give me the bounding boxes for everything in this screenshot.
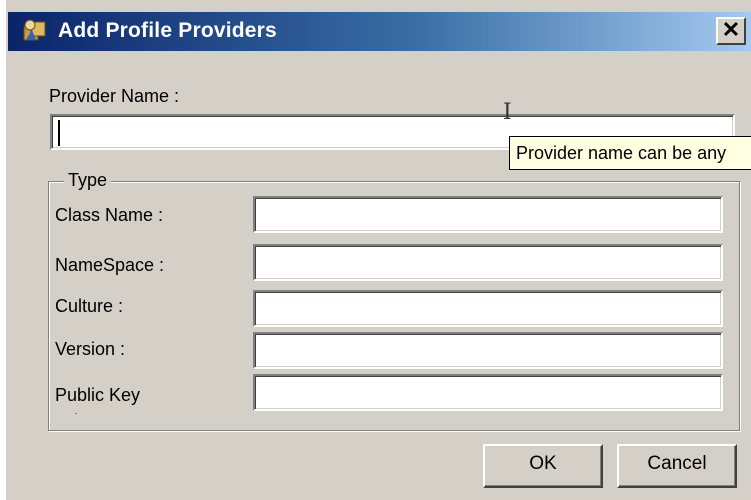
namespace-label: NameSpace : (55, 255, 165, 275)
add-profile-providers-dialog: Add Profile Providers ✕ Provider Name : … (4, 0, 751, 500)
version-input[interactable] (253, 332, 723, 369)
ibeam-cursor-icon: I (503, 100, 512, 125)
public-key-token-input[interactable] (253, 374, 723, 411)
title-bar[interactable]: Add Profile Providers ✕ (8, 12, 751, 51)
provider-name-tooltip: Provider name can be any (509, 136, 751, 170)
tooltip-text: Provider name can be any (516, 143, 727, 163)
class-name-input[interactable] (253, 196, 723, 233)
provider-name-label: Provider Name : (49, 86, 180, 106)
close-icon: ✕ (721, 17, 741, 42)
public-key-token-label-clip: Public Key Token : (55, 382, 245, 414)
namespace-input[interactable] (253, 244, 723, 281)
cancel-button[interactable]: Cancel (617, 444, 737, 488)
public-key-token-label: Public Key Token : (55, 385, 141, 414)
culture-input[interactable] (253, 290, 723, 327)
ok-button[interactable]: OK (483, 444, 603, 488)
ok-button-label: OK (529, 453, 557, 474)
window-title: Add Profile Providers (58, 19, 277, 42)
version-label: Version : (55, 339, 126, 359)
culture-label: Culture : (55, 296, 124, 316)
text-caret (58, 120, 60, 146)
close-button[interactable]: ✕ (716, 17, 746, 45)
class-name-label: Class Name : (55, 205, 164, 225)
app-icon (23, 19, 46, 41)
type-group-legend: Type (64, 170, 112, 191)
cancel-button-label: Cancel (647, 453, 707, 474)
